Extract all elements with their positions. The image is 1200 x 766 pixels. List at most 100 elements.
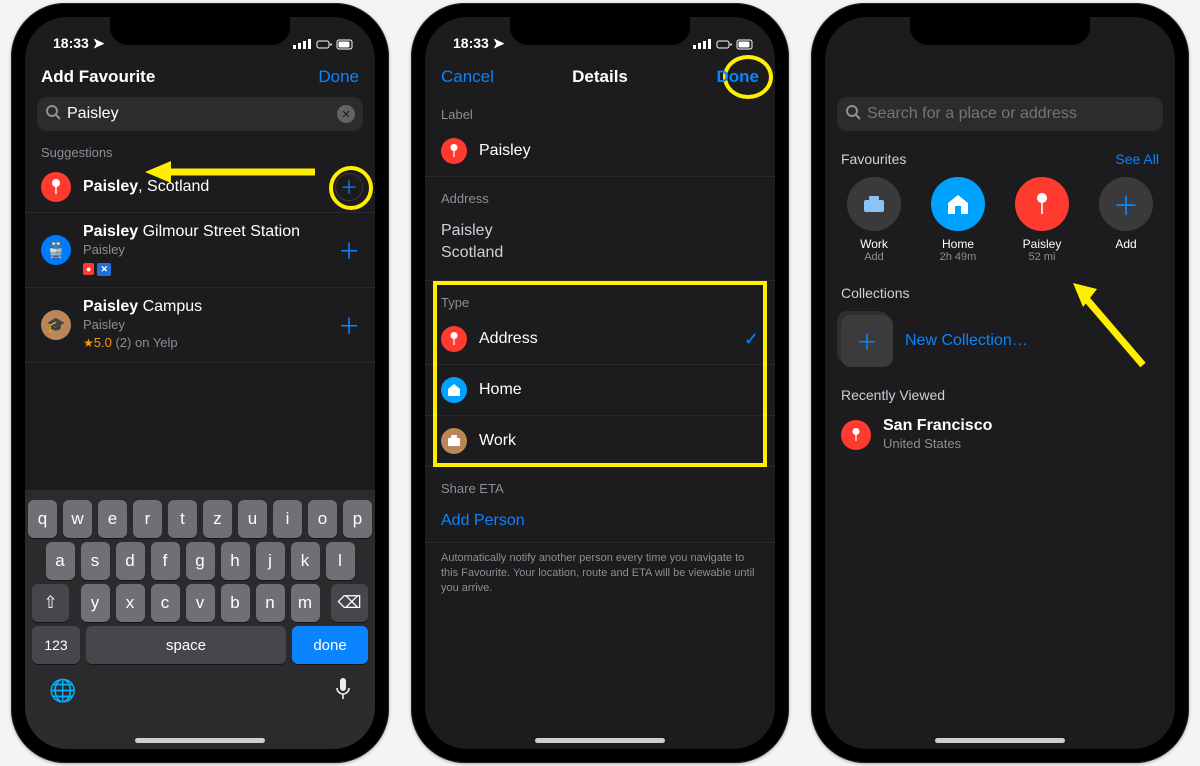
key-m[interactable]: m xyxy=(291,584,320,622)
type-option[interactable]: Work xyxy=(425,416,775,467)
key-k[interactable]: k xyxy=(291,542,320,580)
key-p[interactable]: p xyxy=(343,500,372,538)
done-button[interactable]: Done xyxy=(717,67,760,87)
key-q[interactable]: q xyxy=(28,500,57,538)
suggestion-title: Paisley Gilmour Street Station xyxy=(83,223,335,241)
add-button[interactable]: ＋ xyxy=(335,311,363,339)
key-i[interactable]: i xyxy=(273,500,302,538)
label-row[interactable]: Paisley xyxy=(425,126,775,177)
suggestions-label: Suggestions xyxy=(25,139,375,162)
favourite-home[interactable]: Home2h 49m xyxy=(927,177,989,263)
clear-icon[interactable]: ✕ xyxy=(337,105,355,123)
numeric-key[interactable]: 123 xyxy=(32,626,80,664)
search-input[interactable] xyxy=(61,103,337,125)
screen-maps-home: Favourites See All WorkAdd Home2h 49m Pais… xyxy=(825,17,1175,749)
section-share-eta: Share ETA xyxy=(425,467,775,500)
key-l[interactable]: l xyxy=(326,542,355,580)
favourite-sub: 2h 49m xyxy=(927,251,989,263)
key-y[interactable]: y xyxy=(81,584,110,622)
key-s[interactable]: s xyxy=(81,542,110,580)
key-b[interactable]: b xyxy=(221,584,250,622)
status-icons xyxy=(693,35,753,51)
recent-subtitle: United States xyxy=(883,435,1163,453)
key-e[interactable]: e xyxy=(98,500,127,538)
collections-label: Collections xyxy=(841,285,909,301)
pin-icon xyxy=(841,420,871,450)
key-n[interactable]: n xyxy=(256,584,285,622)
key-w[interactable]: w xyxy=(63,500,92,538)
transit-icon: 🚆 xyxy=(41,235,71,265)
yelp-rating: ★5.0 (2) on Yelp xyxy=(83,334,335,352)
recent-title: San Francisco xyxy=(883,417,1163,435)
favourite-name: Add xyxy=(1095,237,1157,251)
type-name: Address xyxy=(479,330,538,348)
type-option[interactable]: Address ✓ xyxy=(425,314,775,365)
search-icon xyxy=(45,104,61,125)
line-badge: ● xyxy=(83,263,94,275)
key-t[interactable]: t xyxy=(168,500,197,538)
space-key[interactable]: space xyxy=(86,626,286,664)
type-icon xyxy=(441,377,467,403)
shift-key[interactable]: ⇧ xyxy=(32,584,69,622)
type-name: Work xyxy=(479,432,516,450)
favourite-paisley[interactable]: Paisley52 mi xyxy=(1011,177,1073,263)
key-f[interactable]: f xyxy=(151,542,180,580)
keyboard[interactable]: qwertzuiop asdfghjkl ⇧ yxcvbnm ⌫ 123 spa… xyxy=(25,490,375,749)
section-label: Label xyxy=(425,93,775,126)
favourite-work[interactable]: WorkAdd xyxy=(843,177,905,263)
checkmark-icon: ✓ xyxy=(744,329,759,350)
key-z[interactable]: z xyxy=(203,500,232,538)
keyboard-done-key[interactable]: done xyxy=(292,626,368,664)
add-button[interactable]: ＋ xyxy=(335,236,363,264)
favourite-name: Home xyxy=(927,237,989,251)
plus-icon: ＋ xyxy=(1099,177,1153,231)
search-field[interactable]: ✕ xyxy=(37,97,363,131)
suggestion-row[interactable]: Paisley, Scotland ＋ xyxy=(25,162,375,213)
section-address: Address xyxy=(425,177,775,210)
search-field[interactable] xyxy=(837,97,1163,131)
screen-details: 18:33 ➤ Cancel Details Done Label Paisle… xyxy=(425,17,775,749)
house-icon xyxy=(931,177,985,231)
search-icon xyxy=(845,104,861,125)
see-all-button[interactable]: See All xyxy=(1115,151,1159,167)
favourite-sub: 52 mi xyxy=(1011,251,1073,263)
key-j[interactable]: j xyxy=(256,542,285,580)
pin-icon xyxy=(441,138,467,164)
status-icons xyxy=(293,35,353,51)
search-input[interactable] xyxy=(861,103,1155,125)
key-r[interactable]: r xyxy=(133,500,162,538)
briefcase-icon xyxy=(847,177,901,231)
favourites-label: Favourites xyxy=(841,151,906,167)
key-a[interactable]: a xyxy=(46,542,75,580)
key-h[interactable]: h xyxy=(221,542,250,580)
favourite-add[interactable]: ＋ Add xyxy=(1095,177,1157,263)
key-c[interactable]: c xyxy=(151,584,180,622)
globe-icon[interactable]: 🌐 xyxy=(49,678,76,705)
favourite-sub: Add xyxy=(843,251,905,263)
recent-row[interactable]: San Francisco United States xyxy=(825,407,1175,463)
add-button[interactable]: ＋ xyxy=(335,173,363,201)
suggestion-row[interactable]: 🚆 Paisley Gilmour Street Station Paisley… xyxy=(25,213,375,288)
pin-icon xyxy=(41,172,71,202)
suggestion-title: Paisley Campus xyxy=(83,298,335,316)
delete-key[interactable]: ⌫ xyxy=(331,584,368,622)
key-g[interactable]: g xyxy=(186,542,215,580)
education-icon: 🎓 xyxy=(41,310,71,340)
label-value: Paisley xyxy=(479,142,531,160)
type-option[interactable]: Home xyxy=(425,365,775,416)
dictation-icon[interactable] xyxy=(335,678,351,705)
add-person-button[interactable]: Add Person xyxy=(425,500,775,543)
key-v[interactable]: v xyxy=(186,584,215,622)
new-collection-button[interactable]: ＋ New Collection… xyxy=(825,305,1175,383)
key-o[interactable]: o xyxy=(308,500,337,538)
share-eta-footnote: Automatically notify another person ever… xyxy=(425,543,775,596)
location-services-icon: ➤ xyxy=(93,35,105,52)
done-button[interactable]: Done xyxy=(318,67,359,87)
key-x[interactable]: x xyxy=(116,584,145,622)
key-u[interactable]: u xyxy=(238,500,267,538)
type-icon xyxy=(441,326,467,352)
suggestion-row[interactable]: 🎓 Paisley Campus Paisley ★5.0 (2) on Yel… xyxy=(25,288,375,363)
type-name: Home xyxy=(479,381,522,399)
key-d[interactable]: d xyxy=(116,542,145,580)
type-icon xyxy=(441,428,467,454)
